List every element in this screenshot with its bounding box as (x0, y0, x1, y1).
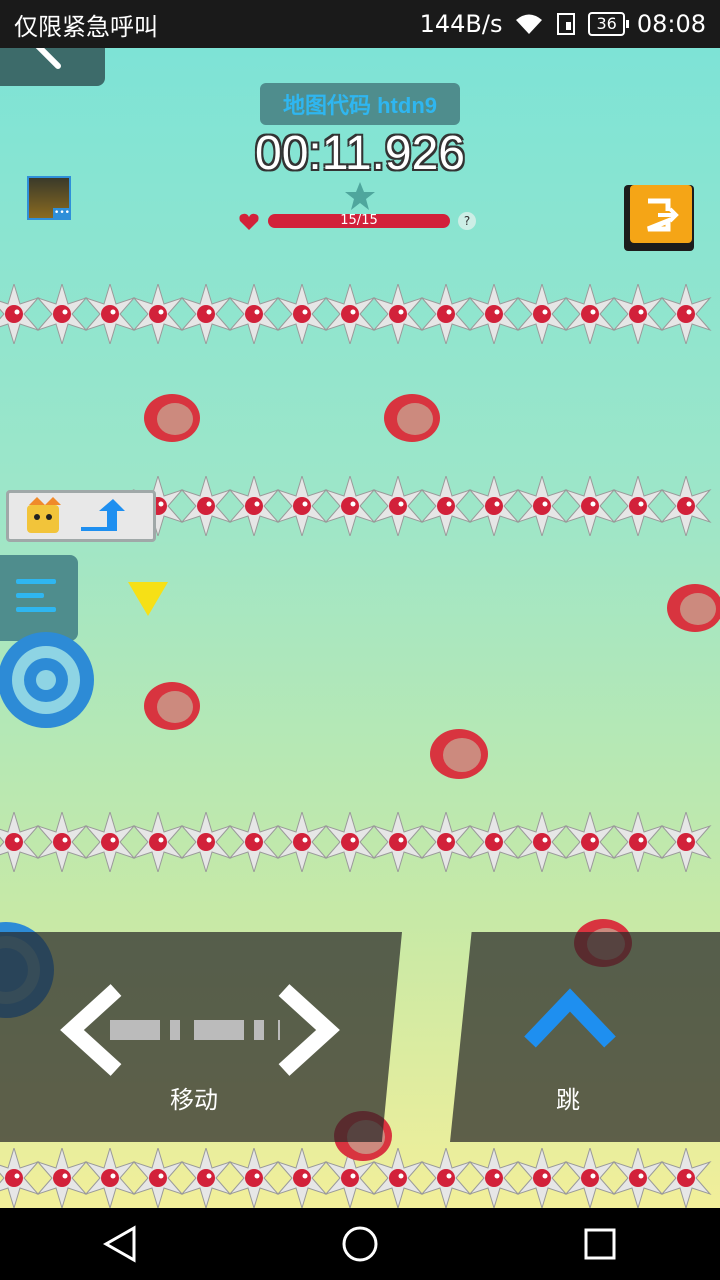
lantern-enemy (144, 394, 200, 442)
more-icon: ••• (53, 208, 71, 220)
jump-label: 跳 (556, 1086, 580, 1114)
exit-icon (647, 198, 679, 232)
navigation-bar (0, 1208, 720, 1280)
jump-button[interactable]: 跳 (450, 932, 720, 1142)
network-speed: 144B/s (419, 10, 503, 38)
health-bar: 15/15 (268, 214, 450, 228)
lantern-enemy (144, 682, 200, 730)
lantern-enemy (430, 729, 488, 779)
square-recents-icon (584, 1228, 616, 1260)
circle-home-icon (342, 1226, 378, 1262)
game-timer: 00:11.926 (255, 127, 465, 180)
spike-row-1 (0, 284, 711, 344)
player-avatar[interactable]: ••• (27, 176, 71, 220)
move-label: 移动 (170, 1086, 218, 1114)
status-right: 144B/s 36 08:08 (420, 10, 706, 38)
heart-icon (239, 213, 259, 230)
right-arrow-icon (278, 984, 340, 1076)
wifi-icon (516, 14, 543, 34)
portal-swirl (0, 632, 94, 728)
health-bar-container: 15/15 ? (238, 212, 480, 234)
move-control[interactable]: 移动 (0, 932, 402, 1142)
arrow-down-icon (128, 582, 168, 616)
status-bar: 仅限紧急呼叫 144B/s 36 08:08 (0, 0, 720, 48)
battery-icon: 36 (588, 12, 630, 36)
clock: 08:08 (636, 10, 706, 38)
map-code-badge: 地图代码 htdn9 (260, 83, 460, 125)
star-icon (345, 182, 375, 210)
sim-icon (557, 13, 576, 35)
arrow-up-right-icon (81, 499, 125, 531)
help-icon[interactable]: ? (458, 212, 476, 230)
carrier-text: 仅限紧急呼叫 (14, 12, 158, 41)
back-nav-button[interactable] (90, 1214, 150, 1274)
recents-nav-button[interactable] (570, 1214, 630, 1274)
move-track (110, 1020, 280, 1040)
exit-button[interactable] (624, 185, 694, 251)
up-chevron-icon (524, 988, 616, 1048)
menu-button[interactable] (0, 555, 78, 641)
spike-row-3 (0, 812, 711, 872)
triangle-back-icon (102, 1225, 136, 1263)
character-face-icon (27, 497, 61, 533)
player-character (6, 490, 156, 542)
back-button[interactable] (0, 48, 105, 86)
lantern-enemy (667, 584, 720, 632)
list-icon (16, 579, 56, 612)
lantern-enemy (384, 394, 440, 442)
home-nav-button[interactable] (330, 1214, 390, 1274)
game-view[interactable]: 地图代码 htdn9 00:11.926 ••• 15/15 ? 移动 跳 (0, 48, 720, 1208)
back-arrow-icon (35, 48, 61, 69)
